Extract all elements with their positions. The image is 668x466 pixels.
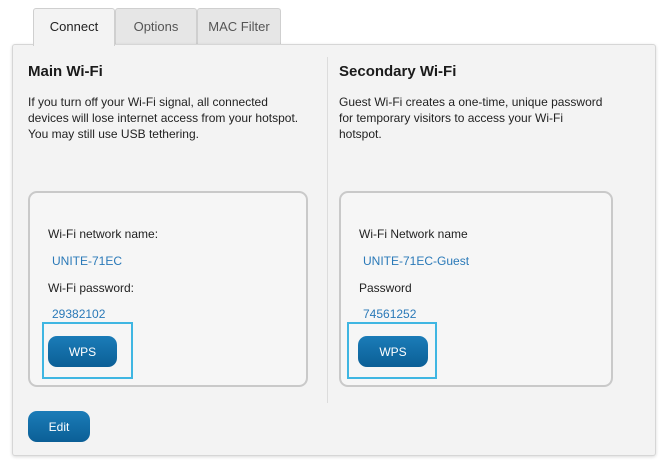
tab-connect[interactable]: Connect	[33, 8, 115, 46]
column-divider	[327, 57, 328, 403]
tab-options[interactable]: Options	[115, 8, 197, 45]
main-wifi-password-value: 29382102	[52, 307, 106, 321]
secondary-wifi-password-value: 74561252	[363, 307, 417, 321]
tab-options-label: Options	[133, 19, 179, 34]
secondary-wifi-desc-line: for temporary visitors to access your Wi…	[339, 111, 564, 125]
connect-panel: Main Wi-Fi If you turn off your Wi-Fi si…	[12, 44, 656, 456]
secondary-wifi-network-name-value: UNITE-71EC-Guest	[363, 254, 470, 268]
secondary-wifi-desc-line: Guest Wi-Fi creates a one-time, unique p…	[339, 95, 603, 109]
main-wifi-desc-line: devices will lose internet access from y…	[28, 111, 299, 125]
main-wifi-network-name-value: UNITE-71EC	[52, 254, 123, 268]
secondary-wifi-description: Guest Wi-Fi creates a one-time, unique p…	[339, 94, 602, 142]
secondary-wifi-password-label: Password	[359, 281, 412, 295]
tab-connect-label: Connect	[49, 19, 99, 34]
secondary-wps-button[interactable]: WPS	[358, 336, 428, 367]
main-wifi-desc-line: You may still use USB tethering.	[28, 127, 199, 141]
secondary-wifi-network-name-label: Wi-Fi Network name	[359, 227, 468, 241]
secondary-wifi-desc-line: hotspot.	[339, 127, 382, 141]
tab-mac-filter[interactable]: MAC Filter	[197, 8, 281, 45]
main-wifi-network-name-label: Wi-Fi network name:	[48, 227, 159, 241]
main-wifi-password-label: Wi-Fi password:	[48, 281, 135, 295]
main-wps-button[interactable]: WPS	[48, 336, 117, 367]
tab-mac-filter-label: MAC Filter	[208, 19, 270, 34]
secondary-wifi-title: Secondary Wi-Fi	[339, 63, 457, 80]
edit-button[interactable]: Edit	[28, 411, 90, 442]
main-wifi-description: If you turn off your Wi-Fi signal, all c…	[28, 94, 298, 142]
main-wifi-desc-line: If you turn off your Wi-Fi signal, all c…	[28, 95, 268, 109]
main-wifi-title: Main Wi-Fi	[28, 63, 103, 80]
